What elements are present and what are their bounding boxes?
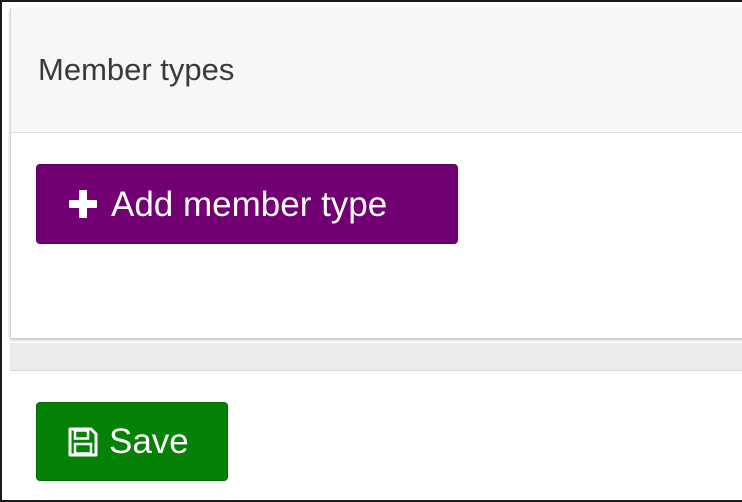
section-divider bbox=[10, 343, 742, 371]
plus-icon bbox=[69, 190, 97, 218]
add-member-type-button[interactable]: Add member type bbox=[36, 164, 458, 244]
panel-title: Member types bbox=[38, 52, 235, 87]
floppy-disk-icon bbox=[67, 426, 99, 458]
member-types-panel: Member types Add member type bbox=[10, 8, 742, 338]
save-label: Save bbox=[109, 422, 189, 461]
window-frame: Member types Add member type Save bbox=[0, 0, 742, 502]
save-button[interactable]: Save bbox=[36, 402, 228, 481]
add-member-type-label: Add member type bbox=[111, 184, 388, 224]
panel-header: Member types bbox=[11, 8, 742, 133]
